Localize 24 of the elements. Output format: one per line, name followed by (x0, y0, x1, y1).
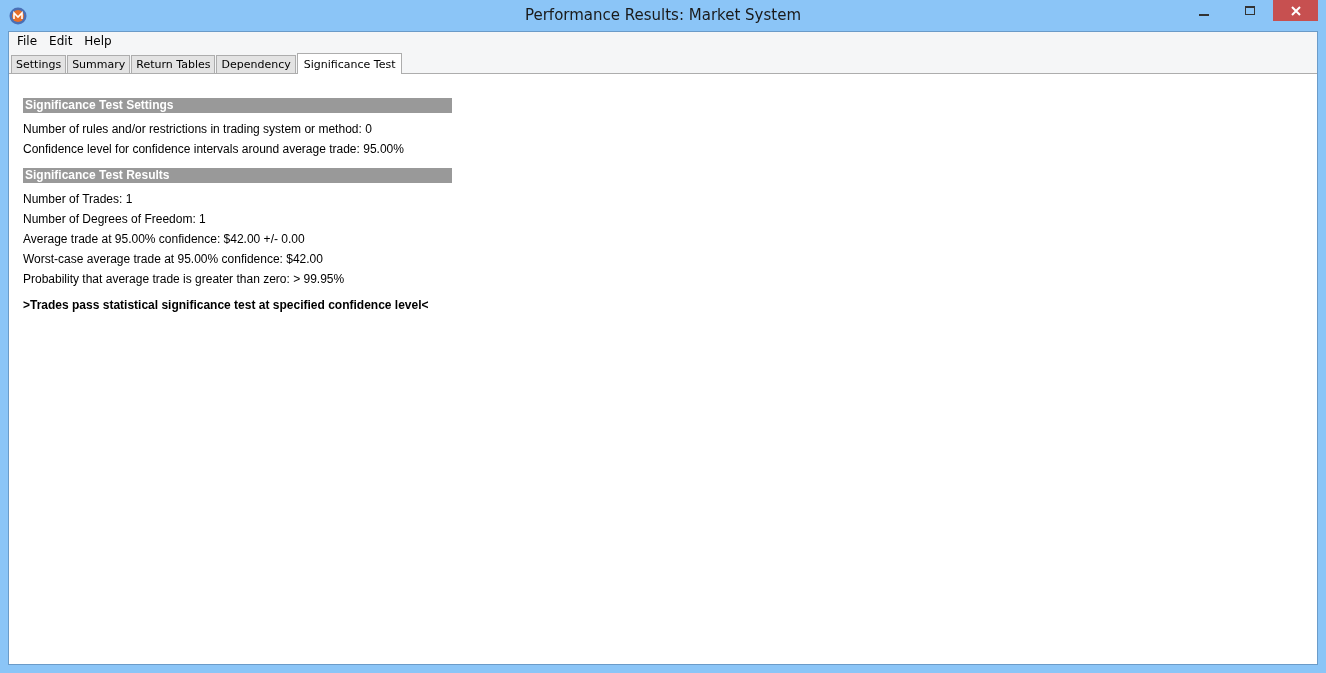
close-button[interactable] (1273, 0, 1318, 21)
maximize-icon (1245, 6, 1255, 15)
result-line: Probability that average trade is greater than zero: > 99.95% (23, 272, 346, 288)
menu-item[interactable]: Edit (43, 34, 79, 48)
menu-item[interactable]: File (11, 34, 44, 48)
result-line: Worst-case average trade at 95.00% confidence: $42.00 (23, 252, 324, 268)
minimize-icon (1199, 13, 1209, 16)
tab[interactable]: Summary (67, 55, 131, 73)
close-icon (1290, 5, 1301, 16)
section-heading: Significance Test Settings (23, 98, 452, 113)
verdict-text: >Trades pass statistical significance test at specified confidence level< (23, 298, 430, 312)
result-line: Number of rules and/or restrictions in trading system or method: 0 (23, 122, 373, 138)
tab[interactable]: Settings (11, 55, 67, 73)
result-line: Number of Degrees of Freedom: 1 (23, 212, 207, 228)
result-line: Average trade at 95.00% confidence: $42.00 +/- 0.00 (23, 232, 306, 248)
window-title: Performance Results: Market System (524, 6, 802, 24)
tab[interactable]: Dependency (216, 55, 296, 73)
menu-item[interactable]: Help (78, 34, 118, 48)
tab[interactable]: Return Tables (131, 55, 216, 73)
section-heading: Significance Test Results (23, 168, 452, 183)
result-line: Number of Trades: 1 (23, 192, 134, 208)
result-line: Confidence level for confidence intervals around average trade: 95.00% (23, 142, 405, 158)
tab[interactable]: Significance Test (296, 53, 403, 74)
app-icon (9, 6, 27, 25)
